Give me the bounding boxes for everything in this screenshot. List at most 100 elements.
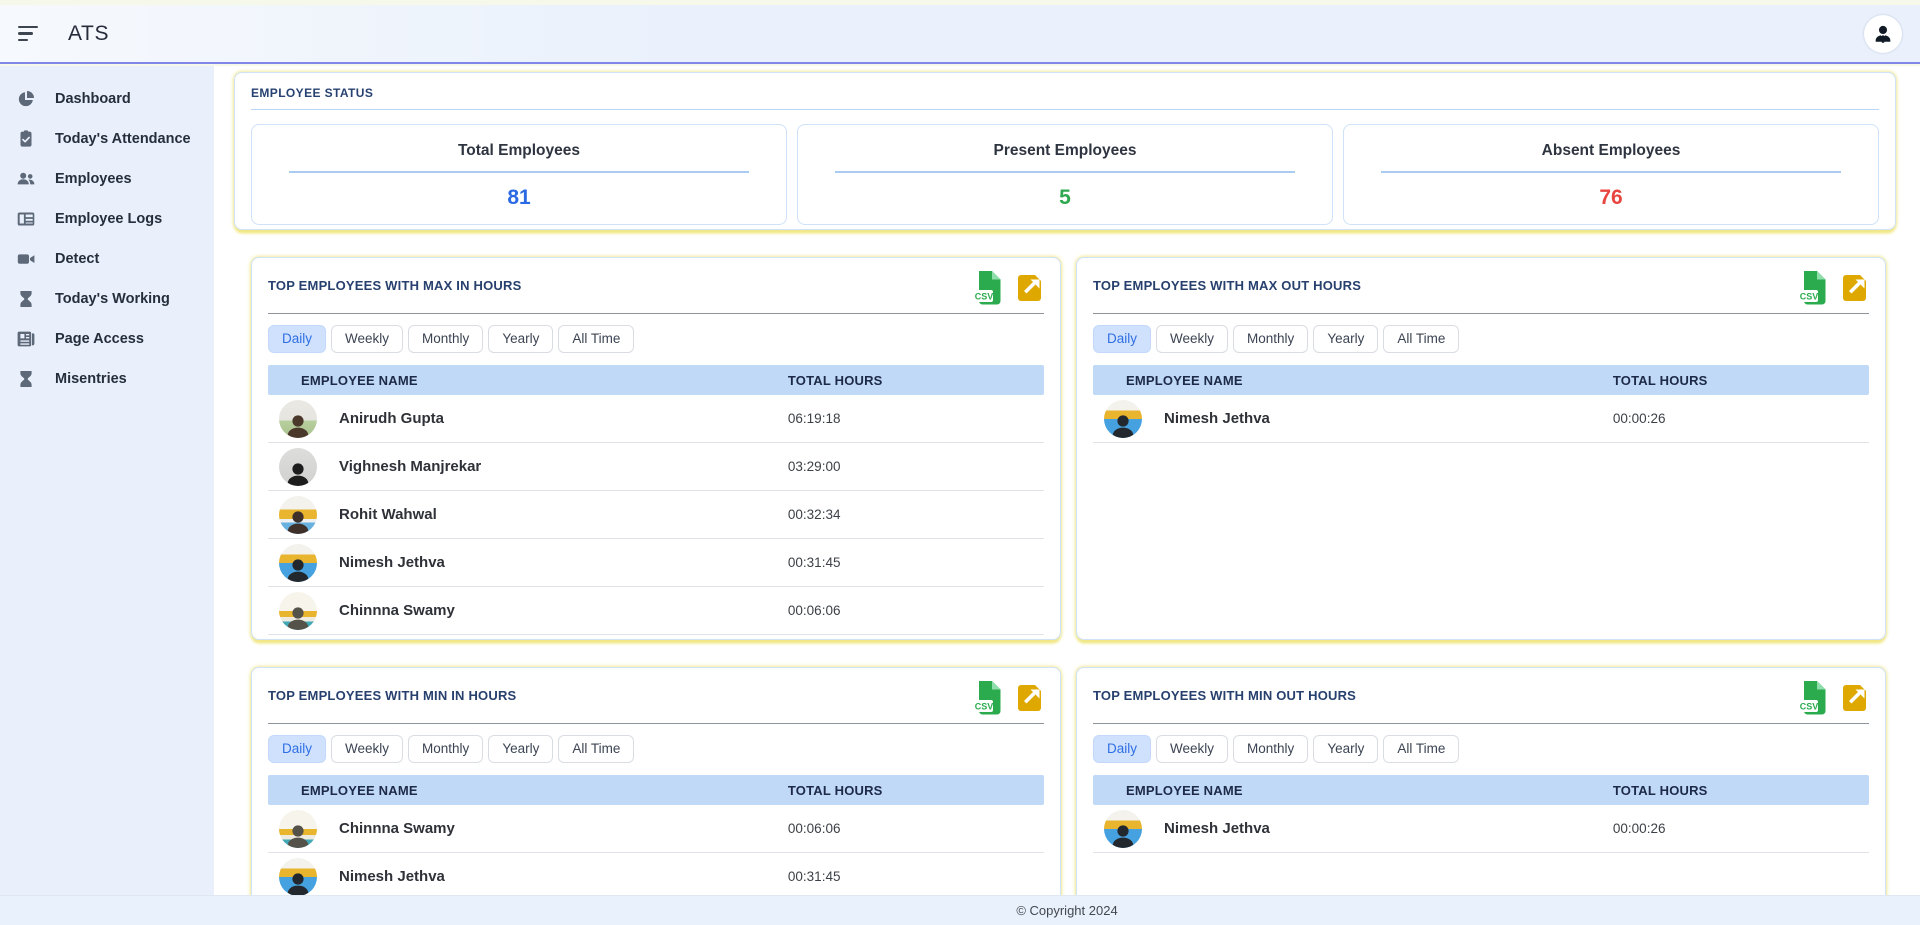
person-silhouette-icon xyxy=(283,871,313,896)
panel-divider xyxy=(268,723,1044,724)
employee-name: Nimesh Jethva xyxy=(1164,410,1270,427)
panel-title: TOP EMPLOYEES WITH MIN OUT HOURS xyxy=(1093,688,1356,703)
employee-status-title: EMPLOYEE STATUS xyxy=(251,86,1879,100)
csv-export-icon[interactable]: CSV xyxy=(1798,271,1828,305)
tab-all-time[interactable]: All Time xyxy=(1383,735,1459,763)
person-silhouette-icon xyxy=(283,823,313,848)
person-silhouette-icon xyxy=(1108,413,1138,438)
tab-monthly[interactable]: Monthly xyxy=(1233,735,1308,763)
total-hours-value: 00:32:34 xyxy=(788,507,841,522)
tab-weekly[interactable]: Weekly xyxy=(331,735,403,763)
table-row: Nimesh Jethva 00:00:26 xyxy=(1093,395,1869,443)
stat-value: 81 xyxy=(252,186,786,210)
person-silhouette-icon xyxy=(1108,823,1138,848)
tab-daily[interactable]: Daily xyxy=(1093,325,1151,353)
tab-weekly[interactable]: Weekly xyxy=(1156,735,1228,763)
video-camera-icon xyxy=(17,250,35,268)
column-header-employee-name: EMPLOYEE NAME xyxy=(1093,373,1613,388)
table-header-row: EMPLOYEE NAME TOTAL HOURS xyxy=(1093,775,1869,805)
svg-text:CSV: CSV xyxy=(975,292,994,302)
table-row: Vighnesh Manjrekar 03:29:00 xyxy=(268,443,1044,491)
person-silhouette-icon xyxy=(283,461,313,486)
panel-top-employees-with-min-in-hours: TOP EMPLOYEES WITH MIN IN HOURS CSV xyxy=(251,667,1061,925)
tab-yearly[interactable]: Yearly xyxy=(1313,735,1378,763)
panel-title: TOP EMPLOYEES WITH MAX OUT HOURS xyxy=(1093,278,1361,293)
clipboard-check-icon xyxy=(17,130,35,148)
sidebar-item-page-access[interactable]: Page Access xyxy=(0,319,214,359)
panel-divider xyxy=(268,313,1044,314)
employee-name: Anirudh Gupta xyxy=(339,410,444,427)
panel-top-employees-with-max-out-hours: TOP EMPLOYEES WITH MAX OUT HOURS CSV xyxy=(1076,257,1886,640)
person-silhouette-icon xyxy=(283,557,313,582)
tab-daily[interactable]: Daily xyxy=(1093,735,1151,763)
sidebar-item-detect[interactable]: Detect xyxy=(0,239,214,279)
pie-chart-icon xyxy=(17,90,35,108)
tab-weekly[interactable]: Weekly xyxy=(331,325,403,353)
time-filter-tabs: DailyWeeklyMonthlyYearlyAll Time xyxy=(1093,325,1869,353)
column-header-total-hours: TOTAL HOURS xyxy=(1613,373,1708,388)
tab-all-time[interactable]: All Time xyxy=(558,735,634,763)
sidebar-item-today-s-attendance[interactable]: Today's Attendance xyxy=(0,119,214,159)
sidebar-item-dashboard[interactable]: Dashboard xyxy=(0,79,214,119)
stat-underline xyxy=(289,171,748,173)
table-row: Nimesh Jethva 00:00:26 xyxy=(1093,805,1869,853)
stat-value: 76 xyxy=(1344,186,1878,210)
table-row: Anirudh Gupta 06:19:18 xyxy=(268,395,1044,443)
tab-monthly[interactable]: Monthly xyxy=(408,325,483,353)
table-row: Chinnna Swamy 00:06:06 xyxy=(268,805,1044,853)
total-hours-value: 03:29:00 xyxy=(788,459,841,474)
stat-label: Total Employees xyxy=(252,142,786,160)
external-link-icon[interactable] xyxy=(1843,685,1869,711)
csv-export-icon[interactable]: CSV xyxy=(1798,681,1828,715)
sidebar-item-misentries[interactable]: Misentries xyxy=(0,359,214,399)
tab-weekly[interactable]: Weekly xyxy=(1156,325,1228,353)
column-header-total-hours: TOTAL HOURS xyxy=(788,783,883,798)
tab-yearly[interactable]: Yearly xyxy=(488,735,553,763)
total-hours-value: 06:19:18 xyxy=(788,411,841,426)
sidebar: Dashboard Today's Attendance Employees E… xyxy=(0,66,214,925)
employee-avatar xyxy=(1104,400,1142,438)
table-header-row: EMPLOYEE NAME TOTAL HOURS xyxy=(268,775,1044,805)
employee-avatar xyxy=(279,858,317,896)
book-icon xyxy=(17,330,35,348)
hamburger-menu-icon[interactable] xyxy=(18,26,40,42)
panel-top-employees-with-max-in-hours: TOP EMPLOYEES WITH MAX IN HOURS CSV xyxy=(251,257,1061,640)
person-silhouette-icon xyxy=(283,605,313,630)
external-link-icon[interactable] xyxy=(1843,275,1869,301)
sidebar-item-today-s-working[interactable]: Today's Working xyxy=(0,279,214,319)
tab-yearly[interactable]: Yearly xyxy=(1313,325,1378,353)
tab-monthly[interactable]: Monthly xyxy=(1233,325,1308,353)
employee-avatar xyxy=(279,496,317,534)
users-icon xyxy=(17,170,35,188)
table-row: Nimesh Jethva 00:31:45 xyxy=(268,539,1044,587)
hourglass-icon xyxy=(17,290,35,308)
svg-text:CSV: CSV xyxy=(1800,292,1819,302)
external-link-icon[interactable] xyxy=(1018,685,1044,711)
employee-name: Chinnna Swamy xyxy=(339,820,455,837)
employee-avatar xyxy=(279,810,317,848)
csv-export-icon[interactable]: CSV xyxy=(973,681,1003,715)
external-link-icon[interactable] xyxy=(1018,275,1044,301)
sidebar-item-employees[interactable]: Employees xyxy=(0,159,214,199)
employee-name: Nimesh Jethva xyxy=(1164,820,1270,837)
table-header-row: EMPLOYEE NAME TOTAL HOURS xyxy=(1093,365,1869,395)
tab-all-time[interactable]: All Time xyxy=(558,325,634,353)
employee-name: Nimesh Jethva xyxy=(339,554,445,571)
column-header-total-hours: TOTAL HOURS xyxy=(1613,783,1708,798)
tab-yearly[interactable]: Yearly xyxy=(488,325,553,353)
user-profile-button[interactable] xyxy=(1864,15,1902,53)
employee-name: Rohit Wahwal xyxy=(339,506,437,523)
stat-label: Absent Employees xyxy=(1344,142,1878,160)
csv-export-icon[interactable]: CSV xyxy=(973,271,1003,305)
employee-avatar xyxy=(279,400,317,438)
main-content: EMPLOYEE STATUS Total Employees 81 Prese… xyxy=(214,66,1920,925)
employee-name: Chinnna Swamy xyxy=(339,602,455,619)
tab-daily[interactable]: Daily xyxy=(268,735,326,763)
employee-avatar xyxy=(279,544,317,582)
sidebar-item-employee-logs[interactable]: Employee Logs xyxy=(0,199,214,239)
tab-all-time[interactable]: All Time xyxy=(1383,325,1459,353)
svg-text:CSV: CSV xyxy=(1800,702,1819,712)
tab-monthly[interactable]: Monthly xyxy=(408,735,483,763)
tab-daily[interactable]: Daily xyxy=(268,325,326,353)
hourglass-icon xyxy=(17,370,35,388)
